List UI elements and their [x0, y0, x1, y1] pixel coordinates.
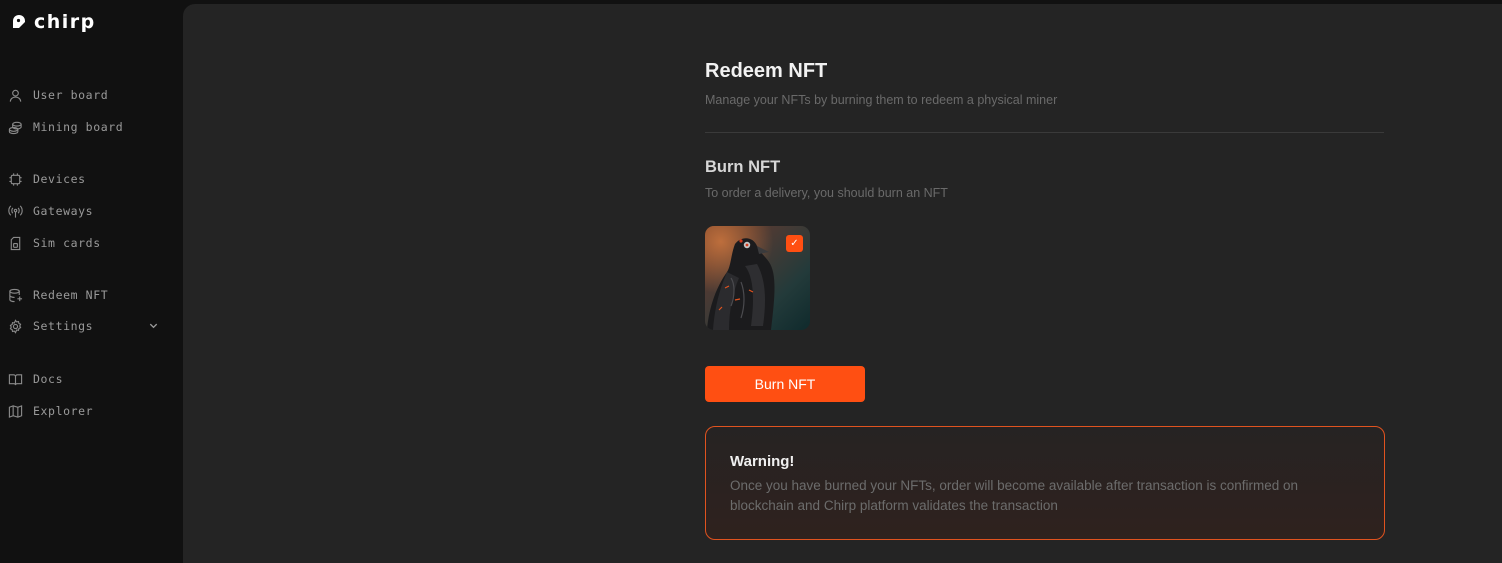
sidebar-item-label: Settings	[33, 319, 94, 333]
sidebar-item-sim-cards[interactable]: Sim cards	[7, 234, 167, 252]
database-icon	[7, 287, 23, 303]
burn-section-subtitle: To order a delivery, you should burn an …	[705, 186, 948, 200]
user-icon	[7, 87, 23, 103]
sidebar-item-label: Sim cards	[33, 236, 101, 250]
sidebar-item-label: User board	[33, 88, 109, 102]
book-icon	[7, 371, 23, 387]
divider	[705, 132, 1384, 133]
burn-section-title: Burn NFT	[705, 158, 781, 176]
sidebar-item-user-board[interactable]: User board	[7, 86, 167, 104]
logo[interactable]: chirp	[10, 12, 96, 32]
sidebar-item-label: Mining board	[33, 120, 124, 134]
main-panel: Redeem NFT Manage your NFTs by burning t…	[183, 4, 1502, 563]
chevron-down-icon[interactable]	[148, 320, 159, 331]
coins-icon	[7, 119, 23, 135]
sidebar-item-docs[interactable]: Docs	[7, 370, 167, 388]
chirp-logo-icon	[13, 15, 25, 28]
sidebar-item-label: Gateways	[33, 204, 94, 218]
burn-nft-button[interactable]: Burn NFT	[705, 366, 865, 402]
sidebar-item-label: Devices	[33, 172, 86, 186]
warning-title: Warning!	[730, 453, 795, 470]
redeem-content: Redeem NFT Manage your NFTs by burning t…	[705, 4, 1385, 563]
app-root: chirp User board Mining board Devices Ga	[0, 0, 1502, 563]
warning-box: Warning! Once you have burned your NFTs,…	[705, 426, 1385, 540]
antenna-icon	[7, 203, 23, 219]
sidebar-item-settings[interactable]: Settings	[7, 317, 167, 335]
sidebar-item-label: Docs	[33, 372, 64, 386]
warning-text: Once you have burned your NFTs, order wi…	[730, 478, 1299, 513]
sidebar: chirp User board Mining board Devices Ga	[0, 0, 183, 563]
sidebar-item-devices[interactable]: Devices	[7, 170, 167, 188]
page-title: Redeem NFT	[705, 60, 828, 82]
sidebar-item-gateways[interactable]: Gateways	[7, 202, 167, 220]
chip-icon	[7, 171, 23, 187]
sim-card-icon	[7, 235, 23, 251]
nft-selected-checkbox[interactable]: ✓	[786, 235, 803, 252]
map-icon	[7, 403, 23, 419]
sidebar-item-label: Redeem NFT	[33, 288, 109, 302]
sidebar-item-explorer[interactable]: Explorer	[7, 402, 167, 420]
sidebar-item-redeem-nft[interactable]: Redeem NFT	[7, 286, 167, 304]
sidebar-item-label: Explorer	[33, 404, 94, 418]
nft-card[interactable]: ✓	[705, 226, 810, 330]
gear-icon	[7, 318, 23, 334]
sidebar-item-mining-board[interactable]: Mining board	[7, 118, 167, 136]
page-subtitle: Manage your NFTs by burning them to rede…	[705, 93, 1058, 107]
logo-text: chirp	[34, 11, 96, 33]
